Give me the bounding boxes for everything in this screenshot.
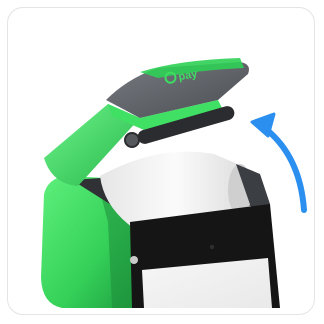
printer-illustration: pay [41,58,307,308]
side-button [130,256,138,264]
front-camera-icon [209,244,215,250]
product-image-card[interactable]: pay [7,7,315,315]
hinge-knob [124,132,140,148]
